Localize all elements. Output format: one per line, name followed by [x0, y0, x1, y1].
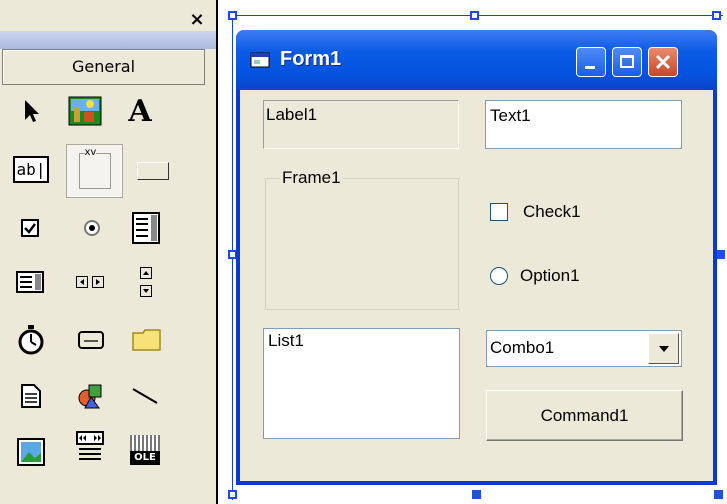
combobox-tool[interactable]	[126, 208, 166, 248]
ole-tool[interactable]: OLE	[125, 430, 165, 470]
drive-icon	[78, 331, 104, 349]
resize-handle-middle-right[interactable]	[716, 250, 725, 259]
form-titlebar[interactable]: Form1	[236, 30, 717, 90]
ole-icon: OLE	[130, 435, 160, 465]
checkbox-icon	[21, 219, 39, 237]
combobox-icon	[132, 212, 160, 244]
toolbox-tab-general[interactable]: General	[2, 49, 205, 85]
checkbox-square-icon	[490, 203, 508, 221]
dirlistbox-tool[interactable]	[127, 320, 167, 360]
toolbox-panel: × General A ab| xv OLE	[0, 0, 218, 504]
vscrollbar-icon	[140, 267, 152, 297]
timer-stopwatch-icon	[18, 325, 44, 355]
vscrollbar-tool[interactable]	[126, 262, 166, 302]
timer-tool[interactable]	[11, 320, 51, 360]
hscrollbar-icon	[76, 276, 104, 288]
image-icon	[17, 438, 45, 466]
data-tool[interactable]	[70, 428, 110, 468]
drivelistbox-tool[interactable]	[71, 320, 111, 360]
combo1-dropdown-button[interactable]	[648, 333, 679, 364]
resize-handle-top-right	[712, 11, 721, 20]
command1-label: Command1	[540, 405, 629, 425]
toolbox-titlebar: ×	[0, 0, 216, 32]
radio-circle-icon	[490, 267, 508, 285]
label1-control[interactable]: Label1	[263, 100, 459, 149]
combo1-combobox[interactable]: Combo1	[486, 330, 682, 367]
check1-checkbox[interactable]: Check1	[490, 200, 581, 224]
combo1-text: Combo1	[490, 338, 555, 357]
label-tool[interactable]: A	[120, 91, 160, 131]
frame1-groupbox[interactable]: Frame1	[265, 168, 459, 310]
textbox-tool[interactable]: ab|	[11, 149, 51, 189]
list1-listbox[interactable]: List1	[263, 328, 460, 439]
resize-handle-bottom-middle[interactable]	[472, 490, 481, 499]
close-button[interactable]	[648, 47, 678, 77]
listbox-tool[interactable]	[10, 262, 50, 302]
toolbox-header-band	[0, 31, 216, 49]
form-window-icon	[250, 52, 270, 68]
minimize-icon	[585, 66, 595, 69]
optionbutton-tool[interactable]	[72, 208, 112, 248]
hscrollbar-tool[interactable]	[70, 262, 110, 302]
checkbox-tool[interactable]	[10, 208, 50, 248]
shape-icon	[78, 384, 102, 409]
arrow-pointer-icon	[25, 100, 39, 122]
form-window: Form1 Label1 Text1 Frame1 Check1 Option1	[236, 30, 717, 485]
option1-label: Option1	[520, 266, 580, 285]
line-tool[interactable]	[125, 376, 165, 416]
option-button-icon	[84, 220, 100, 236]
minimize-button[interactable]	[576, 47, 606, 77]
image-tool[interactable]	[11, 432, 51, 472]
shape-tool[interactable]	[70, 376, 110, 416]
list1-item: List1	[268, 331, 304, 350]
line-icon	[132, 388, 158, 404]
data-control-icon	[76, 431, 104, 460]
picturebox-tool[interactable]	[65, 91, 105, 131]
toolbox-close-button[interactable]: ×	[188, 11, 206, 29]
maximize-icon	[620, 55, 634, 68]
pointer-tool[interactable]	[11, 91, 51, 131]
resize-handle-bottom-right[interactable]	[714, 490, 723, 499]
option1-radio[interactable]: Option1	[490, 264, 580, 288]
filelistbox-tool[interactable]	[11, 376, 51, 416]
frame1-caption: Frame1	[280, 168, 343, 188]
frame-tool[interactable]: xv	[66, 144, 123, 198]
resize-handle-top-middle	[470, 11, 479, 20]
frame-icon: xv	[78, 147, 111, 189]
resize-handle-bottom-left	[228, 490, 237, 499]
form-client-area: Label1 Text1 Frame1 Check1 Option1 List1…	[240, 90, 713, 481]
picturebox-icon	[68, 96, 102, 126]
close-icon	[655, 54, 671, 70]
command1-button[interactable]: Command1	[486, 390, 683, 441]
form-title: Form1	[280, 48, 342, 70]
command-button-icon	[137, 162, 169, 180]
commandbutton-tool[interactable]	[133, 151, 173, 191]
chevron-down-icon	[658, 345, 669, 352]
textbox-icon: ab|	[12, 155, 50, 183]
resize-handle-top-left	[228, 11, 237, 20]
file-icon	[21, 384, 41, 408]
check1-label: Check1	[523, 202, 581, 221]
folder-icon	[132, 329, 161, 351]
text1-textbox[interactable]: Text1	[485, 100, 682, 149]
maximize-button[interactable]	[612, 47, 642, 77]
label-A-icon: A	[128, 93, 152, 129]
listbox-icon	[16, 271, 44, 293]
